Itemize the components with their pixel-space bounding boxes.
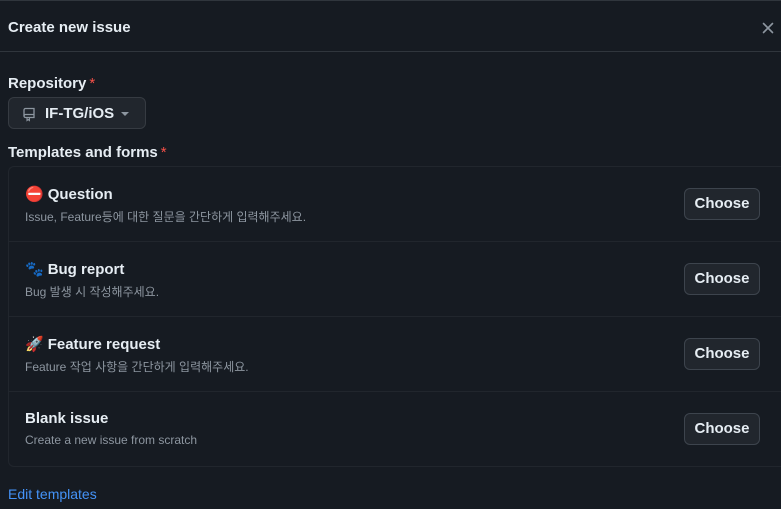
templates-label-text: Templates and forms — [8, 144, 158, 161]
paw-prints-icon: 🐾 — [25, 261, 44, 278]
edit-templates-link[interactable]: Edit templates — [8, 486, 97, 502]
dialog-title: Create new issue — [8, 19, 131, 36]
repo-icon — [23, 107, 35, 122]
template-item-question: ⛔ Question Issue, Feature등에 대한 질문을 간단하게 입… — [9, 167, 781, 242]
template-title-text: Question — [47, 186, 113, 203]
required-mark: * — [160, 144, 167, 161]
repository-select-button[interactable]: IF-TG/iOS — [8, 97, 146, 129]
template-item-feature-request: 🚀 Feature request Feature 작업 사항을 간단하게 입력해… — [9, 317, 781, 392]
template-title: ⛔ Question — [25, 185, 113, 203]
choose-button[interactable]: Choose — [684, 338, 760, 370]
repository-name: IF-TG/iOS — [45, 105, 115, 122]
chevron-down-icon — [121, 112, 129, 116]
choose-button[interactable]: Choose — [684, 413, 760, 445]
template-title: 🚀 Feature request — [25, 335, 160, 353]
create-issue-dialog: Create new issue Repository * IF-TG/iOS T… — [0, 0, 781, 509]
x-icon[interactable] — [760, 20, 776, 36]
repository-label-text: Repository — [8, 75, 87, 92]
templates-label: Templates and forms * — [8, 144, 167, 161]
required-mark: * — [89, 75, 96, 92]
template-title-text: Bug report — [47, 261, 125, 278]
choose-button[interactable]: Choose — [684, 188, 760, 220]
rocket-icon: 🚀 — [25, 336, 44, 353]
choose-button[interactable]: Choose — [684, 263, 760, 295]
template-title-text: Blank issue — [25, 410, 109, 427]
template-item-bug-report: 🐾 Bug report Bug 발생 시 작성해주세요. Choose — [9, 242, 781, 317]
repository-label: Repository * — [8, 75, 95, 92]
template-description: Create a new issue from scratch — [25, 433, 198, 447]
template-title-text: Feature request — [47, 336, 161, 353]
template-description: Bug 발생 시 작성해주세요. — [25, 285, 160, 299]
template-description: Feature 작업 사항을 간단하게 입력해주세요. — [25, 360, 249, 374]
template-title: 🐾 Bug report — [25, 260, 124, 278]
template-description: Issue, Feature등에 대한 질문을 간단하게 입력해주세요. — [25, 210, 307, 224]
dialog-header: Create new issue — [0, 3, 781, 52]
no-entry-icon: ⛔ — [25, 186, 44, 203]
template-item-blank-issue: Blank issue Create a new issue from scra… — [9, 392, 781, 467]
template-title: Blank issue — [25, 410, 108, 427]
templates-list: ⛔ Question Issue, Feature등에 대한 질문을 간단하게 입… — [8, 166, 781, 467]
